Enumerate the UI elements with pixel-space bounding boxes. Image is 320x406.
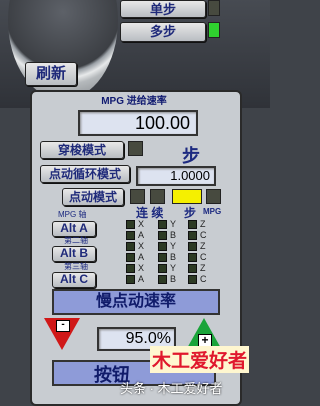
minus-icon[interactable]: - xyxy=(56,320,70,332)
axis-led xyxy=(126,253,135,262)
axis-led xyxy=(188,231,197,240)
axis-letter: A xyxy=(138,230,145,240)
axis-letter: Z xyxy=(200,263,206,273)
axis-letter: Y xyxy=(170,263,177,273)
watermark-logo: 木工爱好者 xyxy=(150,346,250,373)
axis-led xyxy=(126,264,135,273)
jog-mode-led-2 xyxy=(150,189,165,204)
second-axis-label: 第二轴 xyxy=(64,236,88,245)
percent-value: 95.0 xyxy=(125,330,157,347)
jog-continuous-led xyxy=(130,189,145,204)
axis-letter: B xyxy=(170,230,177,240)
axis-letter: B xyxy=(170,274,177,284)
alt-b-button[interactable]: Alt B xyxy=(52,246,96,262)
jog-mode-button[interactable]: 点动模式 xyxy=(62,188,124,206)
axis-led xyxy=(126,231,135,240)
axis-letter: A xyxy=(138,274,145,284)
feed-rate-display[interactable]: 100.00 xyxy=(78,110,198,136)
axis-led xyxy=(158,264,167,273)
traverse-mode-led xyxy=(128,141,143,156)
axis-led xyxy=(158,231,167,240)
step-cycle-mode-button[interactable]: 点动循环模式 xyxy=(40,165,130,183)
axis-led xyxy=(188,242,197,251)
jog-mpg-led xyxy=(206,189,221,204)
axis-letter: X xyxy=(138,219,145,229)
axis-led xyxy=(158,220,167,229)
mpg-axis-label: MPG 轴 xyxy=(58,210,87,219)
refresh-button[interactable]: 刷新 xyxy=(25,62,77,86)
axis-led xyxy=(158,275,167,284)
axis-letter: Z xyxy=(200,219,206,229)
slow-jog-rate-label: 慢点动速率 xyxy=(52,289,220,315)
single-step-led xyxy=(208,0,220,16)
axis-letter: C xyxy=(200,230,207,240)
mpg-feed-rate-title: MPG 进给速率 xyxy=(101,96,167,107)
axis-letter: X xyxy=(138,263,145,273)
step-size-display[interactable]: 1.0000 xyxy=(136,166,216,186)
axis-led xyxy=(158,242,167,251)
axis-led xyxy=(158,253,167,262)
axis-led xyxy=(126,242,135,251)
axis-led xyxy=(126,275,135,284)
axis-letter: C xyxy=(200,252,207,262)
multi-step-led xyxy=(208,22,220,38)
axis-letter: B xyxy=(170,252,177,262)
axis-led xyxy=(188,264,197,273)
traverse-mode-button[interactable]: 穿梭模式 xyxy=(40,141,124,159)
axis-indicator-grid: X Y Z A B C X Y Z A B C X Y Z A B C xyxy=(126,219,216,289)
axis-letter: X xyxy=(138,241,145,251)
axis-led xyxy=(188,220,197,229)
axis-letter: C xyxy=(200,274,207,284)
alt-c-button[interactable]: Alt C xyxy=(52,272,96,288)
jog-step-led xyxy=(172,189,202,204)
axis-letter: A xyxy=(138,252,145,262)
axis-led xyxy=(188,275,197,284)
multi-step-button[interactable]: 多步 xyxy=(120,22,206,42)
watermark-caption: 头条 · 木工爱好者 xyxy=(120,381,223,396)
single-step-button[interactable]: 单步 xyxy=(120,0,206,18)
mpg-column-header: MPG xyxy=(203,207,222,216)
axis-letter: Y xyxy=(170,241,177,251)
axis-letter: Z xyxy=(200,241,206,251)
axis-led xyxy=(126,220,135,229)
percent-unit: % xyxy=(156,330,171,347)
axis-led xyxy=(188,253,197,262)
step-unit-label: 步 xyxy=(182,146,200,166)
axis-letter: Y xyxy=(170,219,177,229)
third-axis-label: 第三轴 xyxy=(64,262,88,271)
